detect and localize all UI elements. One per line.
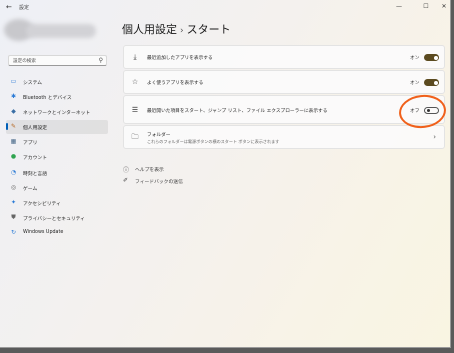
- minimize-button[interactable]: —: [392, 2, 406, 12]
- setting-label: よく使うアプリを表示する: [147, 81, 204, 86]
- sidebar-item-label: プライバシーとセキュリティ: [23, 216, 85, 222]
- breadcrumb-parent[interactable]: 個人用設定: [122, 23, 177, 36]
- sidebar-item-3[interactable]: ✎ 個人用設定: [6, 120, 108, 134]
- help-icon: ⓘ: [123, 167, 130, 174]
- sidebar-item-label: Windows Update: [23, 229, 64, 235]
- update-icon: ↻: [10, 228, 17, 236]
- sidebar-item-5[interactable]: ● アカウント: [6, 150, 108, 164]
- apps-icon: ▦: [10, 138, 17, 146]
- search-icon: ⚲: [98, 57, 103, 64]
- setting-card-2: ☰ 最近開いた項目をスタート、ジャンプ リスト、ファイル エクスプローラーに表示す…: [123, 95, 445, 124]
- folder-icon: 🗀: [131, 133, 139, 141]
- toggle-knob: [433, 80, 438, 85]
- sidebar-item-0[interactable]: ▭ システム: [6, 75, 108, 89]
- feedback-icon: ✐: [123, 177, 129, 184]
- sidebar-item-4[interactable]: ▦ アプリ: [6, 135, 108, 149]
- sidebar-item-label: ゲーム: [23, 186, 38, 192]
- toggle-state-label: オン: [410, 81, 420, 86]
- account-profile-blurred[interactable]: [4, 17, 96, 43]
- sidebar-item-label: アプリ: [23, 141, 38, 147]
- search-input[interactable]: 設定の検索 ⚲: [8, 55, 107, 66]
- setting-card-1: ☆ よく使うアプリを表示する オン: [123, 70, 445, 94]
- sidebar-item-7[interactable]: ◎ ゲーム: [6, 181, 108, 195]
- chevron-right-icon: ›: [433, 133, 436, 141]
- folders-card[interactable]: 🗀 フォルダー これらのフォルダーは電源ボタンの横のスタート ボタンに表示されま…: [123, 125, 445, 149]
- app-title: 設定: [19, 5, 30, 11]
- sidebar-item-label: 時刻と言語: [23, 171, 47, 177]
- shield-icon: ⛊: [11, 213, 16, 221]
- settings-window: ← 設定 — ☐ ✕ 設定の検索 ⚲ ▭ システム ✱ Bluetooth とデバイス…: [0, 0, 451, 348]
- gamepad-icon: ◎: [10, 183, 17, 191]
- page-title: 個人用設定 › スタート: [122, 21, 231, 37]
- sidebar-item-label: 個人用設定: [23, 126, 47, 132]
- sidebar-item-label: アクセシビリティ: [23, 201, 61, 207]
- sidebar-item-label: ネットワークとインターネット: [23, 111, 91, 117]
- sidebar-item-2[interactable]: ◆ ネットワークとインターネット: [6, 105, 108, 119]
- accessibility-icon: ✦: [10, 198, 17, 206]
- sidebar-item-9[interactable]: ⛊ プライバシーとセキュリティ: [6, 211, 108, 225]
- list-icon: ☰: [131, 105, 139, 114]
- folders-description: これらのフォルダーは電源ボタンの横のスタート ボタンに表示されます: [147, 139, 280, 144]
- feedback-label: フィードバックの送信: [135, 180, 183, 185]
- close-button[interactable]: ✕: [437, 2, 450, 12]
- sidebar-item-1[interactable]: ✱ Bluetooth とデバイス: [6, 90, 108, 104]
- active-indicator: [6, 123, 8, 131]
- back-arrow-icon[interactable]: ←: [6, 3, 12, 12]
- sidebar-item-label: Bluetooth とデバイス: [23, 96, 72, 102]
- search-placeholder: 設定の検索: [13, 59, 36, 64]
- monitor-icon: ▭: [10, 78, 17, 85]
- account-name-blurred: [26, 24, 96, 38]
- clock-globe-icon: ◔: [10, 168, 17, 176]
- setting-card-0: ⤓ 最近追加したアプリを表示する オン: [123, 45, 445, 69]
- breadcrumb-separator: ›: [180, 26, 184, 36]
- breadcrumb-current: スタート: [186, 23, 231, 36]
- folders-label: フォルダー: [147, 133, 171, 138]
- download-icon: ⤓: [133, 53, 137, 61]
- sidebar-item-label: システム: [23, 81, 43, 86]
- sidebar-nav: ▭ システム ✱ Bluetooth とデバイス ◆ ネットワークとインターネット ✎ 個人用…: [6, 75, 108, 241]
- toggle-state-label: オン: [410, 56, 420, 61]
- get-help-label: ヘルプを表示: [135, 168, 164, 173]
- title-bar: ← 設定 — ☐ ✕: [0, 0, 450, 16]
- toggle-switch[interactable]: [424, 79, 439, 86]
- sidebar-item-label: アカウント: [23, 156, 47, 162]
- sidebar-item-8[interactable]: ✦ アクセシビリティ: [6, 196, 108, 210]
- person-icon: ●: [10, 153, 17, 161]
- network-icon: ◆: [11, 108, 16, 116]
- sidebar-item-6[interactable]: ◔ 時刻と言語: [6, 166, 108, 180]
- toggle-knob: [433, 55, 438, 60]
- maximize-button[interactable]: ☐: [419, 2, 433, 12]
- setting-label: 最近開いた項目をスタート、ジャンプ リスト、ファイル エクスプローラーに表示する: [147, 108, 328, 114]
- bluetooth-icon: ✱: [10, 93, 17, 101]
- setting-label: 最近追加したアプリを表示する: [147, 56, 213, 61]
- toggle-switch[interactable]: [424, 54, 439, 61]
- sidebar-item-10[interactable]: ↻ Windows Update: [6, 226, 108, 240]
- star-icon: ☆: [131, 78, 139, 86]
- brush-icon: ✎: [10, 123, 17, 131]
